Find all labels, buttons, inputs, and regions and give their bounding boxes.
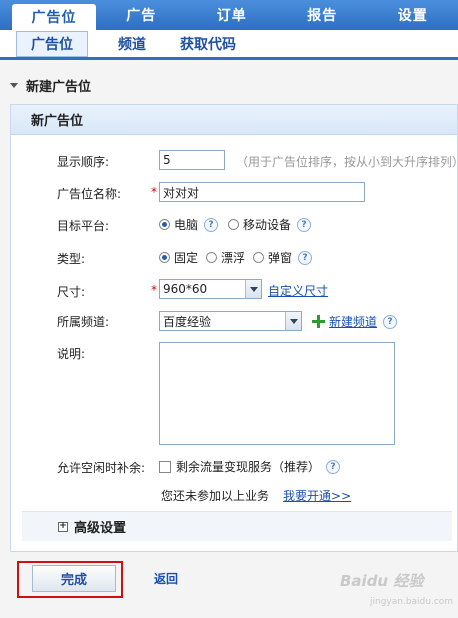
channel-select-value: 百度经验 [163,314,212,329]
type-fixed-label: 固定 [174,251,199,265]
fill-checkbox[interactable] [159,460,171,473]
fill-notice: 您还未参加以上业务 [161,489,270,503]
tab-settings[interactable]: 设置 [368,0,458,30]
top-nav: 广告位 广告 订单 报告 设置 [0,0,458,30]
chevron-down-icon[interactable] [245,280,261,298]
fill-notice-row: 您还未参加以上业务 我要开通>> [161,487,351,504]
baidu-watermark-url: jingyan.baidu.com [370,597,454,607]
size-select[interactable]: 960*60 [159,279,262,299]
order-hint: （用于广告位排序，按从小到大升序排列） [236,155,458,169]
platform-pc-label: 电脑 [174,218,199,232]
activate-link[interactable]: 我要开通>> [283,487,351,504]
subtab-ad-slots[interactable]: 广告位 [16,30,88,57]
tab-reports[interactable]: 报告 [277,0,368,30]
subtab-channels[interactable]: 频道 [118,34,146,54]
tab-ad-slots[interactable]: 广告位 [12,4,96,30]
type-popup-label: 弹窗 [268,251,293,265]
help-icon[interactable]: ? [298,250,313,265]
size-required-mark: * [151,283,157,297]
type-fixed-radio[interactable] [159,252,170,263]
platform-options: 电脑 ? 移动设备 ? [159,216,321,233]
order-label: 显示顺序: [57,155,110,169]
platform-mobile-radio[interactable] [228,219,240,230]
sub-nav: 广告位 频道 获取代码 [0,30,458,60]
type-popup-radio[interactable] [253,252,265,263]
type-options: 固定 漂浮 弹窗 ? [159,249,322,266]
chevron-down-icon[interactable] [285,312,301,330]
help-icon[interactable]: ? [383,314,398,329]
advanced-settings-bar[interactable]: + 高级设置 [22,511,452,541]
description-textarea[interactable] [159,342,395,445]
section-header[interactable]: 新建广告位 [10,76,91,95]
type-float-radio[interactable] [206,252,218,263]
fill-checkbox-label: 剩余流量变现服务（推荐） [176,460,321,474]
baidu-watermark: Baidu 经验 [340,572,424,590]
new-channel: 新建频道 ? [312,313,407,330]
custom-size-link[interactable]: 自定义尺寸 [268,282,328,299]
help-icon[interactable]: ? [204,217,219,232]
new-channel-link[interactable]: 新建频道 [329,313,377,330]
help-icon[interactable]: ? [297,217,312,232]
expand-plus-icon[interactable]: + [58,521,68,532]
type-float-label: 漂浮 [221,251,246,265]
plus-icon[interactable] [312,315,325,328]
fill-option: 剩余流量变现服务（推荐） ? [159,458,350,475]
channel-select[interactable]: 百度经验 [159,311,302,331]
tab-ads[interactable]: 广告 [96,0,187,30]
collapse-triangle-icon [10,83,18,88]
platform-mobile-label: 移动设备 [243,218,292,232]
panel-title: 新广告位 [11,105,457,135]
name-label: 广告位名称: [57,187,122,201]
tab-orders[interactable]: 订单 [187,0,278,30]
advanced-settings-label: 高级设置 [74,521,127,536]
channel-label: 所属频道: [57,315,110,329]
done-button[interactable]: 完成 [32,565,116,592]
size-label: 尺寸: [57,285,86,299]
fill-label: 允许空闲时补余: [57,461,146,475]
back-link[interactable]: 返回 [154,570,178,587]
name-required-mark: * [151,185,157,199]
size-select-value: 960*60 [163,282,208,296]
type-label: 类型: [57,252,86,266]
platform-pc-radio[interactable] [159,219,170,230]
name-input[interactable]: 对对对 [159,182,365,202]
order-input[interactable]: 5 [159,150,225,170]
help-icon[interactable]: ? [326,459,341,474]
subtab-get-code[interactable]: 获取代码 [180,34,236,54]
desc-label: 说明: [57,347,86,361]
platform-label: 目标平台: [57,219,110,233]
section-title: 新建广告位 [26,80,92,95]
